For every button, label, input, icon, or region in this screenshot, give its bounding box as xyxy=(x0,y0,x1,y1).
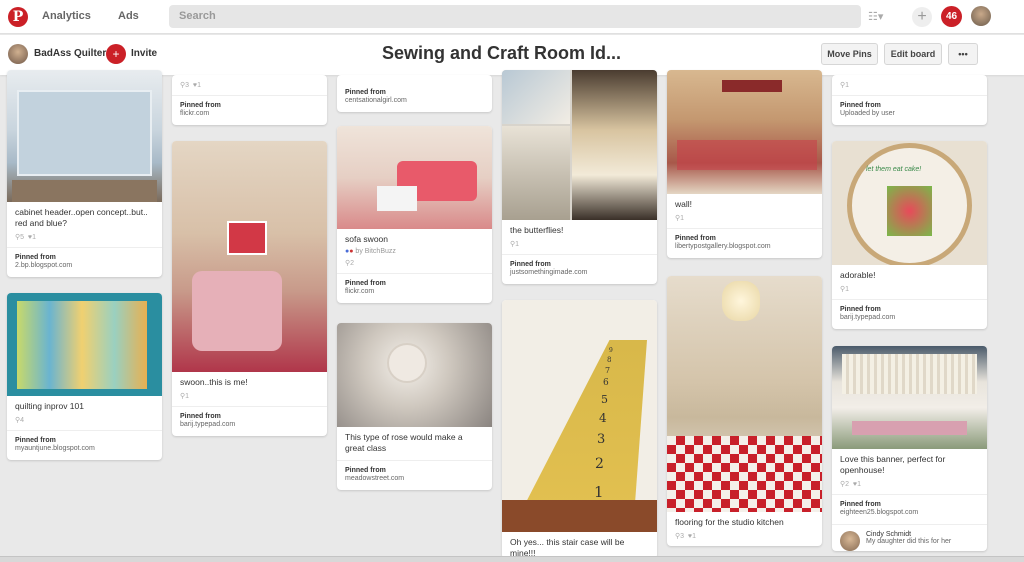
pin-image[interactable] xyxy=(667,276,822,512)
invite-icon[interactable]: + xyxy=(106,44,126,64)
pin-image[interactable] xyxy=(337,126,492,229)
pin-image[interactable] xyxy=(7,293,162,396)
pin-comment[interactable]: Cindy Schmidt My daughter did this for h… xyxy=(832,524,987,551)
stair-number: 3 xyxy=(597,432,606,447)
pin-source[interactable]: Pinned from barij.typepad.com xyxy=(172,406,327,436)
view-options-icon[interactable]: ☷▾ xyxy=(868,10,883,23)
pin-source[interactable]: Pinned from barij.typepad.com xyxy=(832,299,987,329)
owner-name[interactable]: BadAss Quilter xyxy=(34,48,106,59)
pin-stats: ⚲2 ♥1 xyxy=(840,481,861,488)
nav-analytics[interactable]: Analytics xyxy=(42,10,91,22)
pin-stats: ⚲2 xyxy=(345,260,355,267)
stair-number: 5 xyxy=(601,393,608,406)
top-bar: P Analytics Ads Search ☷▾ + 46 xyxy=(0,0,1024,34)
pin-source[interactable]: Pinned from flickr.com xyxy=(172,95,327,125)
pin-card[interactable]: wall! ⚲1 Pinned from libertypostgallery.… xyxy=(667,70,822,258)
comment-text: My daughter did this for her xyxy=(866,538,952,545)
pin-source[interactable]: Pinned from justsomethingimade.com xyxy=(502,254,657,284)
pin-source[interactable]: Pinned from myauntjune.blogspot.com xyxy=(7,430,162,460)
pin-image[interactable] xyxy=(667,70,822,194)
pin-description: Love this banner, perfect for openhouse! xyxy=(840,454,946,475)
pin-source[interactable]: Pinned from 2.bp.blogspot.com xyxy=(7,247,162,277)
nav-ads[interactable]: Ads xyxy=(118,10,139,22)
pin-stats: ⚲1 xyxy=(675,215,685,222)
pin-description: flooring for the studio kitchen xyxy=(675,517,784,527)
pin-stats: ⚲1 xyxy=(510,241,520,248)
pin-card[interactable]: cabinet header..open concept..but.. red … xyxy=(7,70,162,277)
pin-image[interactable]: let them eat cake! xyxy=(832,141,987,265)
board-title: Sewing and Craft Room Id... xyxy=(382,43,622,63)
stair-number: 9 xyxy=(609,347,613,354)
pin-image[interactable]: 1 2 3 4 5 6 7 8 9 xyxy=(502,300,657,532)
pin-description: quilting inprov 101 xyxy=(15,401,84,411)
pin-card[interactable]: ⚲1 Pinned from Uploaded by user xyxy=(832,75,987,125)
pin-card[interactable]: quilting inprov 101 ⚲4 Pinned from myaun… xyxy=(7,293,162,460)
commenter-avatar[interactable] xyxy=(840,531,860,551)
more-options-button[interactable]: ••• xyxy=(948,43,978,65)
pin-image[interactable] xyxy=(7,70,162,202)
stair-number: 7 xyxy=(605,366,611,375)
pin-description: Oh yes... this stair case will be mine!!… xyxy=(510,537,625,558)
board-header: BadAss Quilter + Invite Sewing and Craft… xyxy=(0,35,1024,75)
pin-card[interactable]: flooring for the studio kitchen ⚲3 ♥1 xyxy=(667,276,822,546)
browser-status-bar xyxy=(0,556,1024,562)
pin-source[interactable]: Pinned from flickr.com xyxy=(337,273,492,303)
pin-description: wall! xyxy=(675,199,693,209)
pin-source[interactable]: Pinned from libertypostgallery.blogspot.… xyxy=(667,228,822,258)
invite-button[interactable]: Invite xyxy=(131,48,157,59)
pin-source[interactable]: Pinned from eighteen25.blogspot.com xyxy=(832,494,987,524)
pin-source[interactable]: Pinned from meadowstreet.com xyxy=(337,460,492,490)
notifications-badge[interactable]: 46 xyxy=(941,6,962,27)
pin-stats: ⚲1 xyxy=(840,82,850,89)
pin-card[interactable]: the butterflies! ⚲1 Pinned from justsome… xyxy=(502,70,657,284)
embroidery-text: let them eat cake! xyxy=(866,166,922,173)
pin-stats: ⚲5 ♥1 xyxy=(15,234,36,241)
edit-board-button[interactable]: Edit board xyxy=(884,43,942,65)
pin-card[interactable]: swoon..this is me! ⚲1 Pinned from barij.… xyxy=(172,141,327,436)
stair-number: 6 xyxy=(603,378,609,388)
pin-description: the butterflies! xyxy=(510,225,564,235)
pin-card[interactable]: 1 2 3 4 5 6 7 8 9 Oh yes... this stair c… xyxy=(502,300,657,559)
add-pin-icon[interactable]: + xyxy=(912,7,932,27)
user-avatar[interactable] xyxy=(971,6,991,26)
pin-image[interactable] xyxy=(172,141,327,372)
pin-image[interactable] xyxy=(337,323,492,427)
pin-card[interactable]: let them eat cake! adorable! ⚲1 Pinned f… xyxy=(832,141,987,329)
pin-image[interactable] xyxy=(832,346,987,449)
pin-source[interactable]: Pinned from centsationalgirl.com xyxy=(337,75,492,112)
pin-description: This type of rose would make a great cla… xyxy=(345,432,463,453)
pin-description: cabinet header..open concept..but.. red … xyxy=(15,207,148,228)
pin-card[interactable]: This type of rose would make a great cla… xyxy=(337,323,492,490)
commenter-name[interactable]: Cindy Schmidt xyxy=(866,531,979,538)
pin-stats: ⚲1 xyxy=(180,393,190,400)
pin-stats: ⚲4 xyxy=(15,417,25,424)
pin-attribution[interactable]: ●● by BitchBuzz xyxy=(337,245,492,255)
search-placeholder: Search xyxy=(179,10,216,22)
pin-card[interactable]: ⚲3 ♥1 Pinned from flickr.com xyxy=(172,75,327,125)
search-input[interactable]: Search xyxy=(169,5,861,28)
pin-card[interactable]: Love this banner, perfect for openhouse!… xyxy=(832,346,987,551)
pin-description: adorable! xyxy=(840,270,876,280)
pin-stats: ⚲1 xyxy=(840,286,850,293)
pin-stats: ⚲3 ♥1 xyxy=(675,533,696,540)
pin-source[interactable]: Pinned from Uploaded by user xyxy=(832,95,987,125)
pin-description: sofa swoon xyxy=(345,234,388,244)
pin-stats: ⚲3 ♥1 xyxy=(180,82,201,89)
pin-card[interactable]: Pinned from centsationalgirl.com xyxy=(337,75,492,112)
stair-number: 1 xyxy=(594,483,604,501)
pinterest-logo-icon[interactable]: P xyxy=(8,7,28,27)
move-pins-button[interactable]: Move Pins xyxy=(821,43,878,65)
pin-card[interactable]: sofa swoon ●● by BitchBuzz ⚲2 Pinned fro… xyxy=(337,126,492,303)
stair-number: 2 xyxy=(595,456,604,472)
stair-number: 8 xyxy=(607,356,612,364)
stair-number: 4 xyxy=(599,411,607,425)
owner-avatar[interactable] xyxy=(8,44,28,64)
pin-description: swoon..this is me! xyxy=(180,377,248,387)
pin-image[interactable] xyxy=(502,70,657,220)
